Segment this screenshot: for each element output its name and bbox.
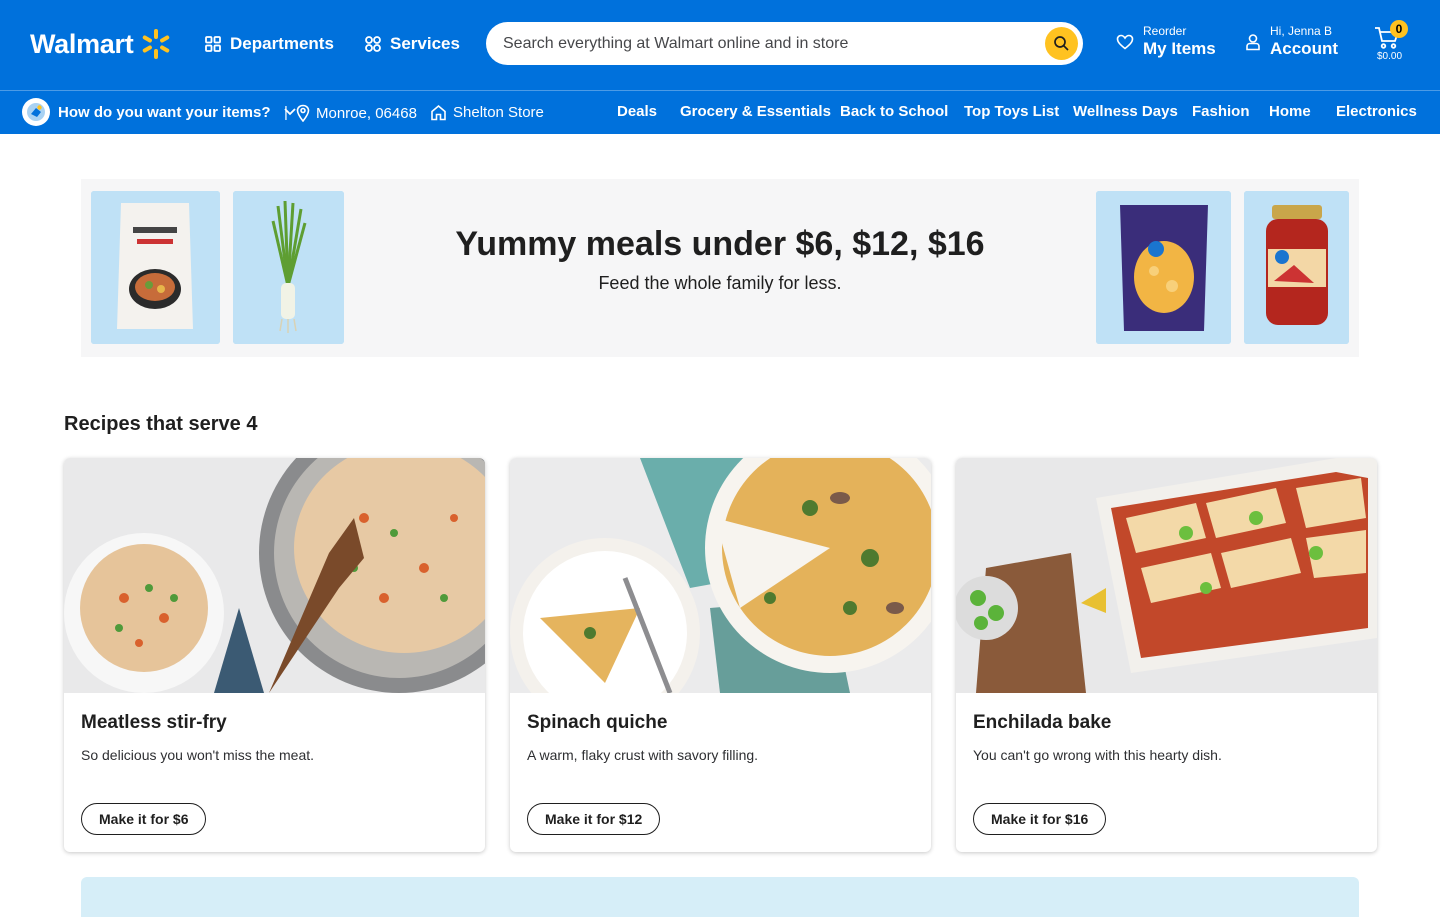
nav-deals[interactable]: Deals (617, 103, 657, 120)
recipe-title: Enchilada bake (973, 712, 1112, 733)
spark-icon (143, 29, 170, 59)
recipes-section-title: Recipes that serve 4 (64, 413, 258, 435)
user-icon (1246, 34, 1260, 51)
nav-fashion[interactable]: Fashion (1192, 103, 1250, 120)
recipe-title: Meatless stir-fry (81, 712, 227, 733)
store-label: Shelton Store (453, 104, 544, 121)
secondary-nav: How do you want your items? | Monroe, 06… (0, 90, 1440, 134)
nav-separator: | (284, 104, 288, 121)
green-onions-image (233, 191, 344, 344)
recipe-description: So delicious you won't miss the meat. (81, 747, 315, 763)
make-it-for-16-button[interactable]: Make it for $16 (973, 803, 1107, 835)
account-small-text: Hi, Jenna B (1270, 24, 1333, 38)
sauce-pouch-image (91, 191, 220, 344)
cart-total: $0.00 (1377, 51, 1403, 62)
fulfillment-icon (22, 98, 50, 126)
recipe-description: You can't go wrong with this hearty dish… (973, 747, 1222, 763)
top-header: Walmart Departments Services Search ever… (0, 0, 1440, 90)
fulfillment-selector[interactable]: How do you want your items? (22, 98, 297, 126)
stir-fry-image (64, 458, 485, 693)
grid-icon (205, 36, 221, 52)
location-pin-icon (296, 104, 310, 122)
walmart-logo[interactable]: Walmart (30, 24, 173, 64)
salsa-jar-image (1244, 191, 1349, 344)
recipe-card-stir-fry: Meatless stir-fry So delicious you won't… (64, 458, 485, 852)
location-label: Monroe, 06468 (316, 104, 417, 122)
next-section-banner (81, 877, 1359, 917)
services-button[interactable]: Services (364, 30, 460, 58)
enchilada-image (956, 458, 1377, 693)
store-link[interactable]: Shelton Store (430, 104, 544, 121)
nav-electronics[interactable]: Electronics (1336, 103, 1417, 120)
make-it-for-6-button[interactable]: Make it for $6 (81, 803, 207, 835)
promo-banner[interactable]: Yummy meals under $6, $12, $16 Feed the … (81, 179, 1359, 357)
services-label: Services (390, 34, 460, 53)
heart-icon (1116, 34, 1134, 50)
nav-wellness-days[interactable]: Wellness Days (1073, 103, 1178, 120)
recipe-card-quiche: Spinach quiche A warm, flaky crust with … (510, 458, 931, 852)
cart-count-badge: 0 (1390, 20, 1408, 38)
shredded-cheese-image (1096, 191, 1231, 344)
fulfillment-label: How do you want your items? (58, 103, 271, 121)
search-input[interactable] (503, 34, 1023, 53)
reorder-small-text: Reorder (1143, 24, 1187, 38)
account-big-text: Account (1270, 39, 1338, 58)
search-bar (486, 22, 1083, 65)
nav-back-to-school[interactable]: Back to School (840, 103, 948, 120)
search-button[interactable] (1045, 27, 1078, 60)
recipe-description: A warm, flaky crust with savory filling. (527, 747, 759, 763)
store-icon (431, 104, 446, 121)
search-icon (1054, 36, 1069, 51)
logo-text: Walmart (30, 28, 134, 59)
departments-label: Departments (230, 34, 334, 53)
recipe-title: Spinach quiche (527, 712, 668, 733)
nav-top-toys-list[interactable]: Top Toys List (964, 103, 1059, 120)
location-link[interactable]: Monroe, 06468 (296, 104, 417, 122)
cart-button[interactable]: 0 $0.00 (1372, 20, 1412, 66)
recipe-card-enchilada: Enchilada bake You can't go wrong with t… (956, 458, 1377, 852)
quiche-image (510, 458, 931, 728)
departments-button[interactable]: Departments (204, 30, 334, 58)
services-icon (365, 36, 381, 52)
account-link[interactable]: Hi, Jenna B Account (1245, 24, 1338, 60)
nav-grocery-essentials[interactable]: Grocery & Essentials (680, 103, 831, 120)
make-it-for-12-button[interactable]: Make it for $12 (527, 803, 661, 835)
nav-home[interactable]: Home (1269, 103, 1311, 120)
reorder-big-text: My Items (1143, 39, 1216, 58)
reorder-link[interactable]: Reorder My Items (1116, 24, 1216, 60)
